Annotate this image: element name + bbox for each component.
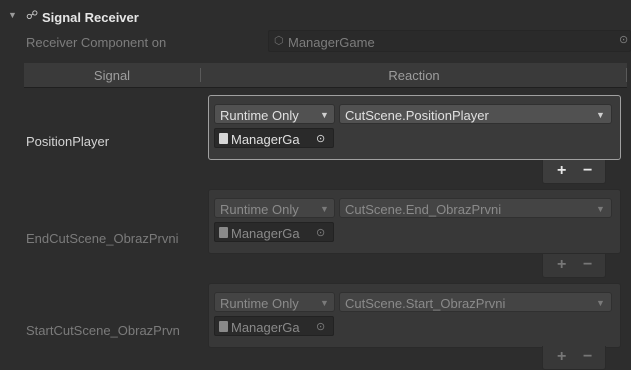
- list-controls: + −: [542, 160, 606, 184]
- target-object-field[interactable]: ManagerGa ⊙: [214, 222, 334, 242]
- signal-name-startcutscene[interactable]: StartCutScene_ObrazPrvn: [26, 323, 180, 338]
- method-dropdown[interactable]: CutScene.Start_ObrazPrvni ▼: [339, 292, 612, 312]
- dropdown-value: Runtime Only: [220, 202, 299, 217]
- dropdown-value: Runtime Only: [220, 108, 299, 123]
- dropdown-value: CutScene.Start_ObrazPrvni: [345, 296, 506, 311]
- target-object-field[interactable]: ManagerGa ⊙: [214, 316, 334, 336]
- receiver-value: ManagerGame: [288, 35, 375, 50]
- reaction-box: Runtime Only ▼ CutScene.PositionPlayer ▼…: [208, 95, 621, 160]
- object-picker-icon: ⊙: [619, 34, 629, 46]
- gameobject-icon: ⬡: [274, 35, 284, 47]
- remove-button[interactable]: −: [583, 162, 592, 180]
- object-name: ManagerGa: [231, 226, 300, 241]
- object-picker-icon[interactable]: ⊙: [316, 132, 325, 145]
- remove-button[interactable]: −: [583, 256, 592, 274]
- object-picker-icon[interactable]: ⊙: [316, 320, 325, 333]
- signal-column-header: Signal: [93, 68, 131, 83]
- object-name: ManagerGa: [231, 132, 300, 147]
- reaction-box: Runtime Only ▼ CutScene.End_ObrazPrvni ▼…: [208, 189, 621, 254]
- method-dropdown[interactable]: CutScene.PositionPlayer ▼: [339, 104, 612, 124]
- chevron-down-icon: ▼: [596, 110, 605, 120]
- column-divider: [626, 68, 627, 82]
- object-picker-icon[interactable]: ⊙: [316, 226, 325, 239]
- component-title: Signal Receiver: [42, 10, 139, 25]
- add-button[interactable]: +: [557, 162, 566, 180]
- reaction-box: Runtime Only ▼ CutScene.Start_ObrazPrvni…: [208, 283, 621, 348]
- script-icon: [219, 321, 228, 332]
- object-name: ManagerGa: [231, 320, 300, 335]
- chevron-down-icon: ▼: [596, 298, 605, 308]
- script-icon: [219, 227, 228, 238]
- list-controls: + −: [542, 254, 606, 278]
- method-dropdown[interactable]: CutScene.End_ObrazPrvni ▼: [339, 198, 612, 218]
- dropdown-value: CutScene.PositionPlayer: [345, 108, 489, 123]
- list-controls: + −: [542, 346, 606, 370]
- fold-triangle-icon[interactable]: ▼: [8, 10, 17, 20]
- script-icon: [219, 133, 228, 144]
- chevron-down-icon: ▼: [320, 298, 329, 308]
- reaction-column-header: Reaction: [388, 68, 440, 83]
- runtime-mode-dropdown[interactable]: Runtime Only ▼: [214, 198, 335, 218]
- signal-name-positionplayer[interactable]: PositionPlayer: [26, 134, 109, 149]
- runtime-mode-dropdown[interactable]: Runtime Only ▼: [214, 292, 335, 312]
- runtime-mode-dropdown[interactable]: Runtime Only ▼: [214, 104, 335, 124]
- dropdown-value: CutScene.End_ObrazPrvni: [345, 202, 502, 217]
- add-button[interactable]: +: [557, 256, 566, 274]
- remove-button[interactable]: −: [583, 348, 592, 366]
- receiver-label: Receiver Component on: [26, 35, 167, 50]
- chevron-down-icon: ▼: [320, 204, 329, 214]
- chevron-down-icon: ▼: [320, 110, 329, 120]
- target-object-field[interactable]: ManagerGa ⊙: [214, 128, 334, 148]
- signal-icon: ☍: [26, 8, 39, 22]
- dropdown-value: Runtime Only: [220, 296, 299, 311]
- add-button[interactable]: +: [557, 348, 566, 366]
- signal-name-endcutscene[interactable]: EndCutScene_ObrazPrvni: [26, 231, 178, 246]
- chevron-down-icon: ▼: [596, 204, 605, 214]
